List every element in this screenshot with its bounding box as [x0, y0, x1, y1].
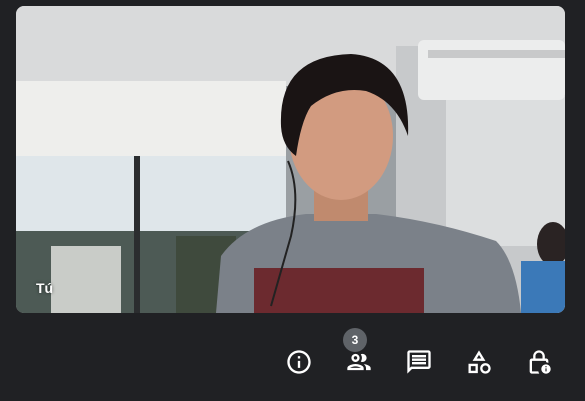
info-icon [287, 350, 311, 374]
self-name-label: Tú [36, 280, 54, 296]
activities-icon [468, 350, 491, 374]
activities-button[interactable] [449, 340, 509, 384]
chat-button[interactable] [389, 340, 449, 384]
self-video-tile[interactable]: Tú [16, 6, 565, 313]
participants-count-badge: 3 [343, 328, 367, 352]
meeting-controls: 3 [269, 328, 569, 384]
self-video-feed [16, 6, 565, 313]
meeting-stage: Tú 3 [0, 0, 585, 401]
people-icon [347, 353, 371, 371]
meeting-details-button[interactable] [269, 340, 329, 384]
participants-button[interactable]: 3 [329, 328, 389, 384]
host-controls-icon [529, 350, 551, 374]
host-controls-button[interactable] [509, 340, 569, 384]
chat-icon [407, 350, 431, 374]
